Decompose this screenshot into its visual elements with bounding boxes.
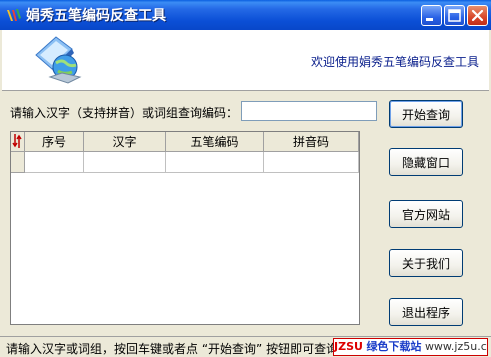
start-query-button[interactable]: 开始查询 <box>389 100 463 128</box>
close-button[interactable] <box>467 5 488 26</box>
column-header-index[interactable]: 序号 <box>25 132 84 152</box>
globe-monitor-icon <box>35 36 82 84</box>
query-label: 请输入汉字（支持拼音）或词组查询编码： <box>10 106 239 120</box>
result-grid[interactable]: 序号 汉字 五笔编码 拼音码 <box>10 131 360 325</box>
sort-arrows-icon <box>12 134 22 148</box>
title-bar[interactable]: 娟秀五笔编码反查工具 <box>0 0 491 30</box>
table-cell-index[interactable] <box>25 152 84 173</box>
minimize-button[interactable] <box>421 5 442 26</box>
row-selector[interactable] <box>11 152 25 173</box>
maximize-icon <box>448 9 461 22</box>
header-panel: 欢迎使用娟秀五笔编码反查工具 <box>2 30 489 91</box>
watermark-logo: JZSU <box>334 340 363 353</box>
exit-button[interactable]: 退出程序 <box>389 298 463 326</box>
table-cell-wubi-code[interactable] <box>166 152 264 173</box>
app-window: 娟秀五笔编码反查工具 欢迎使用娟秀五笔编码反查工具 请输入汉字（支持拼音）或词组… <box>0 0 491 357</box>
column-header-hanzi[interactable]: 汉字 <box>84 132 166 152</box>
query-input[interactable] <box>241 101 377 121</box>
status-bar: 请输入汉字或词组，按回车键或者点 “开始查询” 按钮即可查询 JZSU 绿色下载… <box>0 336 491 357</box>
column-header-wubi-code[interactable]: 五笔编码 <box>166 132 264 152</box>
watermark-url: www.jz5u.com <box>424 340 487 353</box>
close-icon <box>471 9 484 22</box>
window-title: 娟秀五笔编码反查工具 <box>26 8 166 24</box>
maximize-button[interactable] <box>444 5 465 26</box>
app-logo-icon <box>7 9 21 21</box>
table-cell-hanzi[interactable] <box>84 152 166 173</box>
table-cell-pinyin-code[interactable] <box>264 152 359 173</box>
status-text: 请输入汉字或词组，按回车键或者点 “开始查询” 按钮即可查询 <box>6 342 339 356</box>
watermark-site-name: 绿色下载站 <box>366 340 422 353</box>
hide-window-button[interactable]: 隐藏窗口 <box>389 148 463 176</box>
sort-icon <box>11 132 25 152</box>
about-us-button[interactable]: 关于我们 <box>389 249 463 277</box>
welcome-text: 欢迎使用娟秀五笔编码反查工具 <box>310 55 479 69</box>
minimize-icon <box>426 18 433 21</box>
watermark-badge: JZSU 绿色下载站 www.jz5u.com <box>333 338 488 356</box>
official-site-button[interactable]: 官方网站 <box>389 200 463 228</box>
column-header-pinyin-code[interactable]: 拼音码 <box>264 132 359 152</box>
